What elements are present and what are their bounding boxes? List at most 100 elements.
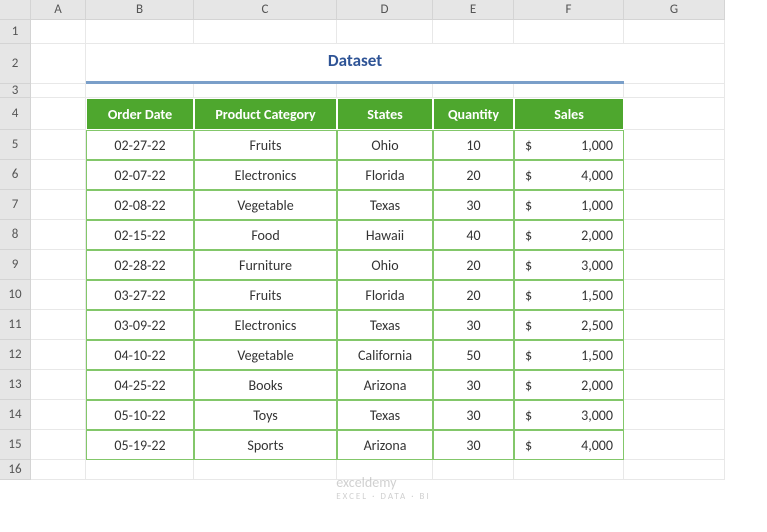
cell-G8[interactable] [624, 220, 725, 250]
table-row[interactable]: Fruits [194, 130, 337, 160]
row-header-1[interactable]: 1 [0, 20, 31, 44]
cell-A7[interactable] [31, 190, 86, 220]
cell-G2[interactable] [624, 44, 725, 84]
cell-D16[interactable] [337, 460, 433, 480]
table-row[interactable]: $2,000 [514, 370, 624, 400]
cell-A13[interactable] [31, 370, 86, 400]
table-row[interactable]: Books [194, 370, 337, 400]
cell-G1[interactable] [624, 20, 725, 44]
table-row[interactable]: Texas [337, 400, 433, 430]
cell-B1[interactable] [86, 20, 194, 44]
cell-A2[interactable] [31, 44, 86, 84]
table-row[interactable]: Furniture [194, 250, 337, 280]
corner-cell[interactable] [0, 0, 31, 20]
table-row[interactable]: 30 [433, 430, 514, 460]
table-row[interactable]: Vegetable [194, 340, 337, 370]
col-header-E[interactable]: E [433, 0, 514, 20]
table-header-quantity[interactable]: Quantity [433, 98, 514, 130]
row-header-10[interactable]: 10 [0, 280, 31, 310]
cell-A4[interactable] [31, 98, 86, 130]
cell-A10[interactable] [31, 280, 86, 310]
cell-G3[interactable] [624, 84, 725, 98]
table-row[interactable]: Fruits [194, 280, 337, 310]
cell-G4[interactable] [624, 98, 725, 130]
table-row[interactable]: 02-08-22 [86, 190, 194, 220]
table-row[interactable]: $2,000 [514, 220, 624, 250]
col-header-D[interactable]: D [337, 0, 433, 20]
cell-G9[interactable] [624, 250, 725, 280]
table-row[interactable]: 02-28-22 [86, 250, 194, 280]
cell-B3[interactable] [86, 84, 194, 98]
col-header-C[interactable]: C [194, 0, 337, 20]
cell-E1[interactable] [433, 20, 514, 44]
cell-E16[interactable] [433, 460, 514, 480]
table-row[interactable]: Arizona [337, 370, 433, 400]
cell-G11[interactable] [624, 310, 725, 340]
cell-G12[interactable] [624, 340, 725, 370]
col-header-B[interactable]: B [86, 0, 194, 20]
table-row[interactable]: 02-27-22 [86, 130, 194, 160]
cell-A8[interactable] [31, 220, 86, 250]
row-header-5[interactable]: 5 [0, 130, 31, 160]
table-row[interactable]: Arizona [337, 430, 433, 460]
table-row[interactable]: 20 [433, 160, 514, 190]
table-row[interactable]: 10 [433, 130, 514, 160]
table-row[interactable]: Texas [337, 310, 433, 340]
cell-A6[interactable] [31, 160, 86, 190]
table-row[interactable]: $1,000 [514, 190, 624, 220]
table-row[interactable]: 30 [433, 400, 514, 430]
cell-F16[interactable] [514, 460, 624, 480]
cell-E3[interactable] [433, 84, 514, 98]
row-header-11[interactable]: 11 [0, 310, 31, 340]
table-row[interactable]: 04-10-22 [86, 340, 194, 370]
table-row[interactable]: 05-10-22 [86, 400, 194, 430]
table-row[interactable]: $2,500 [514, 310, 624, 340]
table-row[interactable]: Vegetable [194, 190, 337, 220]
table-row[interactable]: Sports [194, 430, 337, 460]
col-header-F[interactable]: F [514, 0, 624, 20]
table-header-sales[interactable]: Sales [514, 98, 624, 130]
table-row[interactable]: $3,000 [514, 400, 624, 430]
cell-A14[interactable] [31, 400, 86, 430]
table-row[interactable]: 05-19-22 [86, 430, 194, 460]
col-header-G[interactable]: G [624, 0, 725, 20]
cell-G7[interactable] [624, 190, 725, 220]
table-row[interactable]: 02-15-22 [86, 220, 194, 250]
cell-D1[interactable] [337, 20, 433, 44]
table-row[interactable]: Ohio [337, 130, 433, 160]
row-header-12[interactable]: 12 [0, 340, 31, 370]
row-header-8[interactable]: 8 [0, 220, 31, 250]
table-row[interactable]: California [337, 340, 433, 370]
table-header-states[interactable]: States [337, 98, 433, 130]
cell-A1[interactable] [31, 20, 86, 44]
cell-C16[interactable] [194, 460, 337, 480]
table-row[interactable]: $1,000 [514, 130, 624, 160]
row-header-7[interactable]: 7 [0, 190, 31, 220]
cell-G14[interactable] [624, 400, 725, 430]
cell-A9[interactable] [31, 250, 86, 280]
cell-G15[interactable] [624, 430, 725, 460]
row-header-2[interactable]: 2 [0, 44, 31, 84]
row-header-3[interactable]: 3 [0, 84, 31, 98]
row-header-15[interactable]: 15 [0, 430, 31, 460]
table-row[interactable]: Hawaii [337, 220, 433, 250]
table-row[interactable]: $3,000 [514, 250, 624, 280]
table-row[interactable]: 50 [433, 340, 514, 370]
cell-D3[interactable] [337, 84, 433, 98]
cell-F1[interactable] [514, 20, 624, 44]
table-row[interactable]: Florida [337, 280, 433, 310]
cell-G6[interactable] [624, 160, 725, 190]
table-row[interactable]: $1,500 [514, 340, 624, 370]
table-row[interactable]: 30 [433, 190, 514, 220]
table-row[interactable]: 20 [433, 280, 514, 310]
table-row[interactable]: Electronics [194, 160, 337, 190]
row-header-14[interactable]: 14 [0, 400, 31, 430]
table-row[interactable]: Ohio [337, 250, 433, 280]
cell-G5[interactable] [624, 130, 725, 160]
table-header-product-category[interactable]: Product Category [194, 98, 337, 130]
table-row[interactable]: 30 [433, 310, 514, 340]
cell-G10[interactable] [624, 280, 725, 310]
cell-G13[interactable] [624, 370, 725, 400]
cell-F3[interactable] [514, 84, 624, 98]
row-header-16[interactable]: 16 [0, 460, 31, 480]
